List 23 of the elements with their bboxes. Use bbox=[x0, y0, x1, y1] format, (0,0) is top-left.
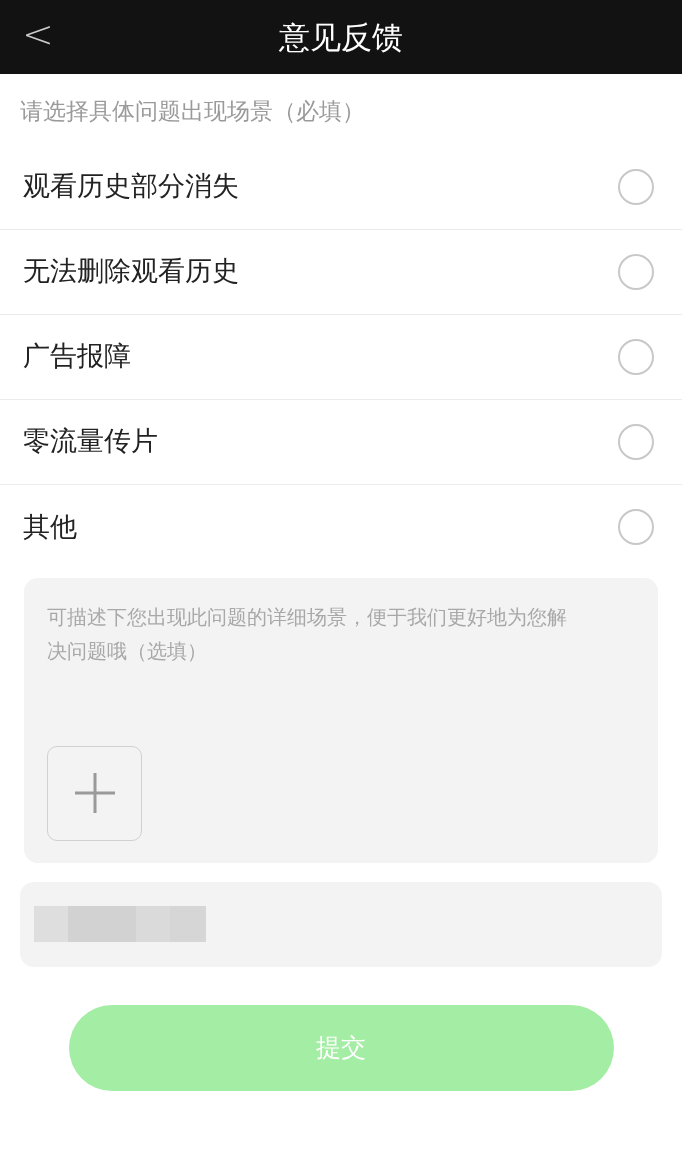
back-button[interactable]: < bbox=[22, 14, 54, 54]
option-label: 广告报障 bbox=[23, 339, 131, 374]
plus-icon bbox=[72, 771, 117, 815]
radio-button[interactable] bbox=[618, 423, 654, 460]
option-row[interactable]: 无法删除观看历史 bbox=[0, 229, 682, 315]
radio-button[interactable] bbox=[618, 338, 654, 375]
section-prompt: 请选择具体问题出现场景（必填） bbox=[19, 97, 366, 126]
option-label: 观看历史部分消失 bbox=[23, 169, 239, 204]
option-label: 其他 bbox=[23, 509, 77, 544]
option-row[interactable]: 零流量传片 bbox=[0, 399, 682, 485]
contact-field[interactable] bbox=[20, 881, 662, 967]
option-label: 零流量传片 bbox=[23, 424, 158, 459]
option-row[interactable]: 观看历史部分消失 bbox=[0, 144, 682, 230]
radio-button[interactable] bbox=[618, 253, 654, 290]
radio-button[interactable] bbox=[618, 168, 654, 205]
option-row[interactable]: 其他 bbox=[0, 484, 682, 570]
radio-button[interactable] bbox=[618, 509, 654, 545]
add-image-button[interactable] bbox=[47, 745, 142, 841]
description-field[interactable]: 可描述下您出现此问题的详细场景，便于我们更好地为您解决问题哦（选填） bbox=[24, 577, 658, 863]
option-label: 无法删除观看历史 bbox=[23, 254, 239, 289]
description-input[interactable]: 可描述下您出现此问题的详细场景，便于我们更好地为您解决问题哦（选填） bbox=[47, 599, 583, 728]
option-row[interactable]: 广告报障 bbox=[0, 314, 682, 400]
page-title: 意见反馈 bbox=[279, 17, 403, 57]
